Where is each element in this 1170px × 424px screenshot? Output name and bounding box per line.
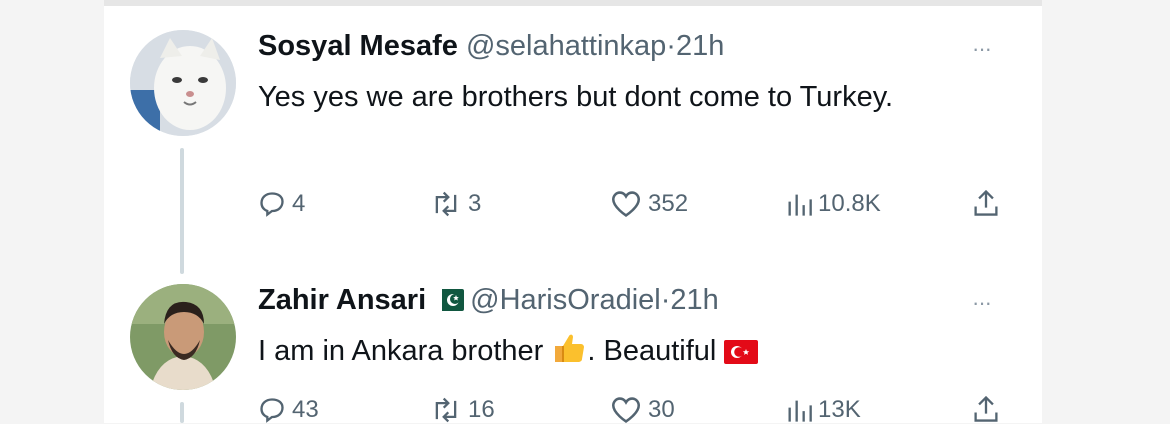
retweet-button[interactable]: 3 [430,190,481,218]
man-avatar-icon [130,284,236,390]
thread-line [180,148,184,274]
like-button[interactable]: 352 [610,190,688,218]
thread-line-lower [180,402,184,423]
pakistan-flag-icon [434,286,465,319]
retweet-icon [435,191,457,217]
more-options-icon[interactable]: ··· [972,290,992,316]
user-handle[interactable]: @HarisOradiel [470,284,661,316]
tweet-header: Zahir Ansari @HarisOradiel·21h [258,284,719,319]
more-options-icon[interactable]: ··· [972,36,992,62]
user-handle[interactable]: @selahattinkap [466,30,666,62]
retweet-count: 3 [468,190,482,217]
tweet-text: I am in Ankara brother . Beautiful [258,330,958,377]
timestamp[interactable]: 21h [676,30,724,62]
retweet-button[interactable]: 16 [430,396,495,424]
avatar[interactable] [130,284,236,390]
reply-count: 4 [292,190,306,217]
tweet-header: Sosyal Mesafe @selahattinkap·21h [258,30,724,63]
share-button[interactable] [972,394,1000,424]
views-icon [788,400,812,422]
share-button[interactable] [972,188,1000,218]
display-name[interactable]: Sosyal Mesafe [258,30,458,62]
view-count: 13K [818,396,861,423]
timestamp[interactable]: 21h [670,284,718,316]
reply-button[interactable]: 4 [258,190,305,218]
views-button[interactable]: 13K [786,396,861,424]
avatar[interactable] [130,30,236,136]
top-divider [104,0,1042,6]
separator: · [660,284,671,316]
thumbs-up-emoji [551,330,587,377]
tweet-text-part-2: . Beautiful [587,335,717,367]
display-name[interactable]: Zahir Ansari [258,284,426,316]
cat-avatar-icon [130,30,236,136]
like-count: 30 [648,396,675,423]
share-icon [974,189,998,216]
reply-icon [260,192,284,217]
reply-count: 43 [292,396,319,423]
heart-icon [611,191,641,217]
retweet-icon [435,397,457,423]
like-count: 352 [648,190,689,217]
retweet-count: 16 [468,396,495,423]
heart-icon [611,397,641,423]
tweet-text: Yes yes we are brothers but dont come to… [258,81,894,113]
reply-icon [260,398,284,423]
share-icon [974,395,998,422]
view-count: 10.8K [818,190,881,217]
turkey-flag-icon [724,334,759,377]
views-icon [788,194,812,216]
reply-button[interactable]: 43 [258,396,319,424]
views-button[interactable]: 10.8K [786,190,881,218]
tweet-text-part-1: I am in Ankara brother [258,335,544,367]
like-button[interactable]: 30 [610,396,675,424]
separator: · [666,30,676,62]
